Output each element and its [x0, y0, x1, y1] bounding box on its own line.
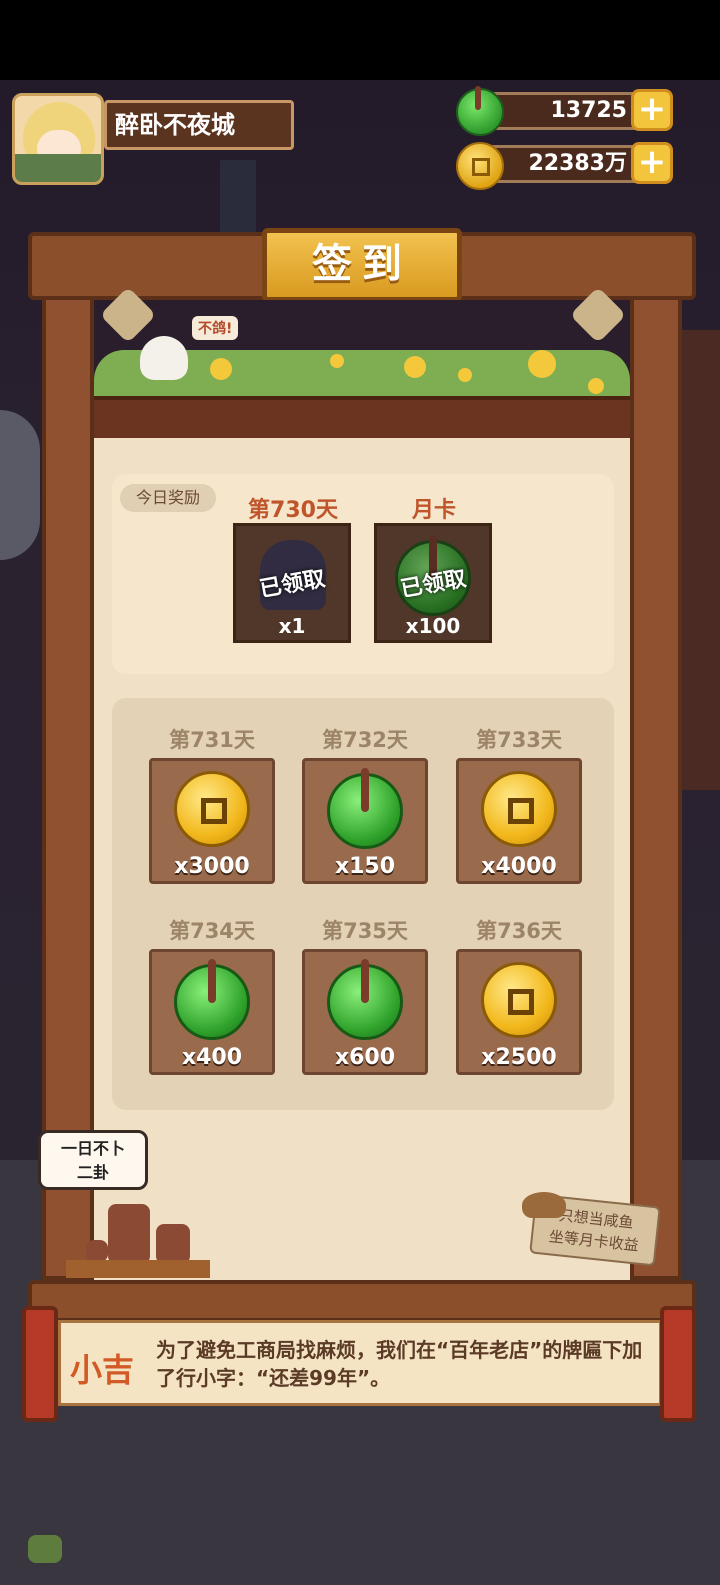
jar-decoration: [108, 1204, 150, 1264]
pigeon-speech-bubble: 不鸽!: [192, 316, 239, 340]
panel-title: 签到: [262, 228, 462, 302]
fortune-speech-bubble: 一日不卜 二卦: [38, 1130, 148, 1190]
month-card-label: 月卡: [411, 498, 456, 523]
flower-icon: [330, 354, 344, 368]
today-day-reward[interactable]: 已领取 x1: [233, 523, 351, 643]
jar-decoration: [156, 1224, 190, 1264]
background-banner: [680, 330, 720, 790]
coin-value: 22383万: [528, 151, 627, 176]
reward-card-day732[interactable]: x150: [302, 758, 428, 884]
day-label: 第734天: [169, 919, 255, 943]
reward-qty: x1: [278, 614, 306, 638]
reward-qty: x150: [334, 854, 396, 879]
reward-card-day734[interactable]: x400: [149, 949, 275, 1075]
jade-icon: [327, 768, 403, 849]
pigeon-mascot: [140, 336, 188, 380]
day-label: 第732天: [322, 728, 408, 752]
coin-icon: [481, 962, 557, 1038]
reward-qty: x600: [334, 1045, 396, 1070]
coin-icon: [481, 771, 557, 847]
flower-icon: [528, 350, 556, 378]
reward-card-day733[interactable]: x4000: [456, 758, 582, 884]
jade-icon: [174, 959, 250, 1040]
reward-card-day736[interactable]: x2500: [456, 949, 582, 1075]
dialog-text: 为了避免工商局找麻烦，我们在“百年老店”的牌匾下加了行小字：“还差99年”。: [156, 1338, 643, 1390]
flower-icon: [588, 378, 604, 394]
scroll-end-left: [22, 1306, 58, 1422]
reward-card-day731[interactable]: x3000: [149, 758, 275, 884]
reward-qty: x100: [405, 614, 461, 638]
frame-post-right: [630, 290, 682, 1280]
background-cloud: [0, 410, 40, 560]
jar-decoration: [86, 1240, 108, 1262]
jade-icon: [327, 959, 403, 1040]
day-label: 第735天: [322, 919, 408, 943]
day-label: 第736天: [476, 919, 562, 943]
flower-icon: [210, 358, 232, 380]
fortune-speech-text: 一日不卜 二卦: [60, 1139, 125, 1182]
shelf-decoration: [66, 1260, 210, 1278]
jade-icon: [456, 86, 504, 136]
reward-qty: x2500: [481, 1045, 557, 1070]
flower-icon: [404, 356, 426, 378]
add-jade-button[interactable]: +: [631, 89, 673, 131]
dialog-speaker: 小吉: [70, 1351, 135, 1389]
month-card-reward[interactable]: 已领取 x100: [374, 523, 492, 643]
frame-bottom-beam: [28, 1280, 696, 1322]
day-label: 第733天: [476, 728, 562, 752]
coin-icon: [174, 771, 250, 847]
reward-qty: x4000: [481, 854, 557, 879]
reward-qty: x3000: [174, 854, 250, 879]
today-reward-tag: 今日奖励: [120, 484, 216, 512]
reward-qty: x400: [181, 1045, 243, 1070]
add-coins-button[interactable]: +: [631, 142, 673, 184]
flower-icon: [458, 368, 472, 382]
jade-value: 13725: [550, 98, 627, 123]
day-label: 第731天: [169, 728, 255, 752]
ledge-decoration: [94, 396, 630, 442]
player-avatar[interactable]: [12, 93, 104, 185]
coin-icon: [456, 142, 504, 190]
corner-button[interactable]: [28, 1535, 62, 1563]
player-name: 醉卧不夜城: [104, 100, 294, 150]
scroll-end-right: [660, 1306, 696, 1422]
today-day-label: 第730天: [248, 498, 338, 523]
straw-hat-icon: [522, 1192, 566, 1218]
reward-card-day735[interactable]: x600: [302, 949, 428, 1075]
